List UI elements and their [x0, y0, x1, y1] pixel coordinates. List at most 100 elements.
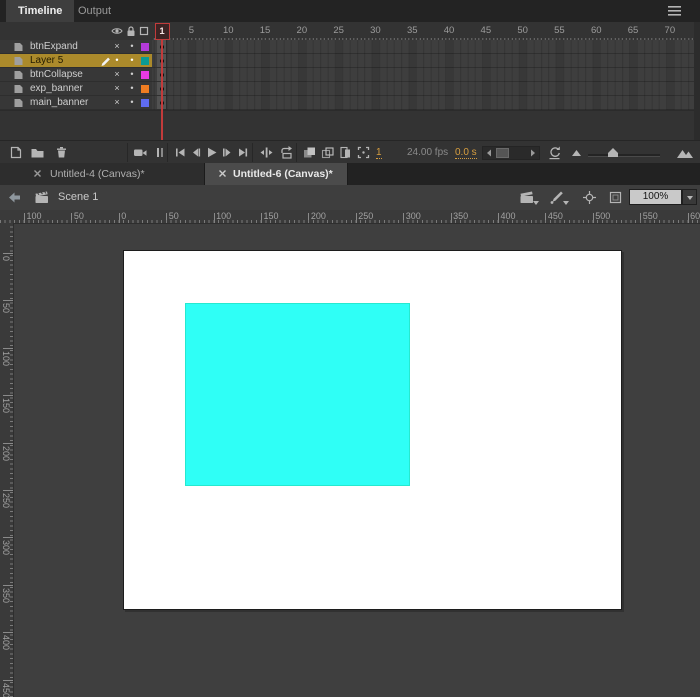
ruler-label: 400 — [500, 211, 516, 221]
scene-label[interactable]: Scene 1 — [58, 191, 98, 203]
ruler-tick — [3, 395, 13, 397]
cyan-rectangle-shape[interactable] — [185, 303, 410, 486]
step-back-button[interactable] — [189, 145, 204, 160]
clip-content-button[interactable] — [608, 190, 623, 205]
zoom-level-dropdown[interactable] — [682, 189, 697, 205]
chevron-down-icon — [533, 201, 539, 205]
playhead-line[interactable] — [160, 40, 163, 140]
new-layer-button[interactable] — [8, 145, 23, 160]
scroll-left-icon[interactable] — [483, 147, 495, 159]
document-tab-untitled-6[interactable]: Untitled-6 (Canvas)* — [205, 163, 348, 185]
frame-number-label: 5 — [188, 25, 195, 36]
onion-skin-button[interactable] — [302, 145, 317, 160]
ruler-tick — [261, 213, 262, 223]
frames-grid[interactable] — [152, 40, 694, 110]
close-icon[interactable] — [33, 169, 42, 178]
onion-skin-outlines-button[interactable] — [320, 145, 335, 160]
center-frame-button[interactable] — [259, 145, 274, 160]
lock-all-icon[interactable] — [125, 25, 137, 37]
ruler-tick — [308, 213, 310, 223]
horizontal-ruler[interactable]: 100 50 0 50 100 150 200 250 300 350 400 450 500 550 60… — [0, 210, 700, 224]
frame-size-slider-thumb[interactable] — [608, 148, 618, 157]
tab-timeline[interactable]: Timeline — [6, 0, 75, 22]
step-forward-button[interactable] — [220, 145, 235, 160]
layer-row-exp_banner[interactable]: exp_banner × • — [0, 82, 152, 96]
scroll-right-icon[interactable] — [527, 147, 539, 159]
close-icon[interactable] — [218, 169, 227, 178]
frame-number-label: 25 — [333, 25, 344, 36]
outline-all-icon[interactable] — [138, 25, 150, 37]
scrollbar-thumb[interactable] — [496, 147, 509, 158]
layer-outline-color-swatch[interactable] — [141, 71, 149, 79]
panel-menu-icon[interactable] — [664, 5, 684, 17]
playhead-marker[interactable]: 1 — [154, 23, 170, 40]
new-folder-button[interactable] — [30, 145, 45, 160]
back-arrow-icon[interactable] — [8, 191, 23, 206]
layer-visibility-toggle[interactable]: × — [110, 40, 124, 54]
delete-layer-button[interactable] — [54, 145, 69, 160]
layer-visibility-toggle[interactable]: × — [110, 68, 124, 82]
layer-name: Layer 5 — [30, 55, 64, 66]
layer-lock-toggle[interactable]: • — [125, 96, 139, 110]
edit-scene-button[interactable] — [519, 190, 539, 205]
timeline-layer-frames-row[interactable] — [152, 82, 694, 96]
layer-name: btnExpand — [30, 41, 78, 52]
layer-row-Layer 5[interactable]: Layer 5 • • — [0, 54, 152, 68]
layer-lock-toggle[interactable]: • — [125, 40, 139, 54]
go-to-first-frame-button[interactable] — [173, 145, 188, 160]
layer-row-btnExpand[interactable]: btnExpand × • — [0, 40, 152, 54]
timeline-layer-frames-row[interactable] — [152, 40, 694, 54]
timeline-layer-frames-row[interactable] — [152, 54, 694, 68]
center-stage-button[interactable] — [582, 190, 597, 205]
layer-outline-color-swatch[interactable] — [141, 99, 149, 107]
panel-tab-bar: Timeline Output — [0, 0, 700, 22]
layer-outline-color-swatch[interactable] — [141, 43, 149, 51]
zoom-level-input[interactable]: 100% — [629, 189, 682, 205]
ruler-tick — [71, 213, 73, 223]
layer-lock-toggle[interactable]: • — [125, 68, 139, 82]
layer-visibility-toggle[interactable]: × — [110, 82, 124, 96]
layer-lock-toggle[interactable]: • — [125, 82, 139, 96]
ruler-label: 300 — [1, 540, 11, 556]
ruler-label: 250 — [1, 493, 11, 509]
zoom-in-frames-icon[interactable] — [676, 147, 693, 162]
layer-outline-color-swatch[interactable] — [141, 57, 149, 65]
frame-number-ruler[interactable]: 5 10 15 20 25 30 35 40 45 50 55 60 65 70 — [152, 22, 694, 40]
timeline-horizontal-scrollbar[interactable] — [482, 145, 540, 160]
frame-number-label: 20 — [296, 25, 308, 36]
ruler-tick — [687, 213, 689, 223]
current-frame-value[interactable]: 1 — [376, 147, 382, 159]
loop-button[interactable] — [279, 145, 294, 160]
layer-row-main_banner[interactable]: main_banner × • — [0, 96, 152, 110]
frame-number-label: 10 — [222, 25, 234, 36]
vertical-ruler[interactable]: 0 50 100 150 200 250 300 350 400 450 — [0, 223, 14, 697]
layer-row-btnCollapse[interactable]: btnCollapse × • — [0, 68, 152, 82]
modify-markers-button[interactable] — [356, 145, 371, 160]
frame-number-label: 30 — [370, 25, 381, 36]
edit-multiple-frames-button[interactable] — [338, 145, 353, 160]
layer-outline-color-swatch[interactable] — [141, 85, 149, 93]
ruler-label: 0 — [121, 211, 127, 221]
elapsed-time-value[interactable]: 0.0 s — [455, 147, 477, 159]
ruler-label: 100 — [26, 211, 42, 221]
layer-name: main_banner — [30, 97, 89, 108]
workspace[interactable]: 100 50 0 50 100 150 200 250 300 350 400 450 500 550 60… — [0, 210, 700, 697]
layer-visibility-toggle[interactable]: • — [110, 54, 124, 68]
play-button[interactable] — [204, 145, 219, 160]
timeline-layer-frames-row[interactable] — [152, 96, 694, 110]
document-tab-untitled-4[interactable]: Untitled-4 (Canvas)* — [0, 163, 205, 185]
timeline-layer-frames-row[interactable] — [152, 68, 694, 82]
frame-rate-value[interactable]: 24.00 fps — [407, 147, 448, 158]
frame-size-slider-track[interactable] — [588, 154, 660, 157]
stage-canvas[interactable] — [123, 250, 622, 610]
edit-symbols-button[interactable] — [549, 190, 569, 205]
zoom-out-frames-icon[interactable] — [571, 149, 586, 164]
ruler-label: 150 — [1, 398, 11, 414]
layer-lock-toggle[interactable]: • — [125, 54, 139, 68]
tab-output[interactable]: Output — [66, 0, 123, 22]
show-hide-all-icon[interactable] — [111, 25, 123, 37]
layer-visibility-toggle[interactable]: × — [110, 96, 124, 110]
camera-button[interactable] — [133, 145, 148, 160]
go-to-last-frame-button[interactable] — [236, 145, 251, 160]
reset-timeline-zoom-button[interactable] — [547, 145, 562, 160]
